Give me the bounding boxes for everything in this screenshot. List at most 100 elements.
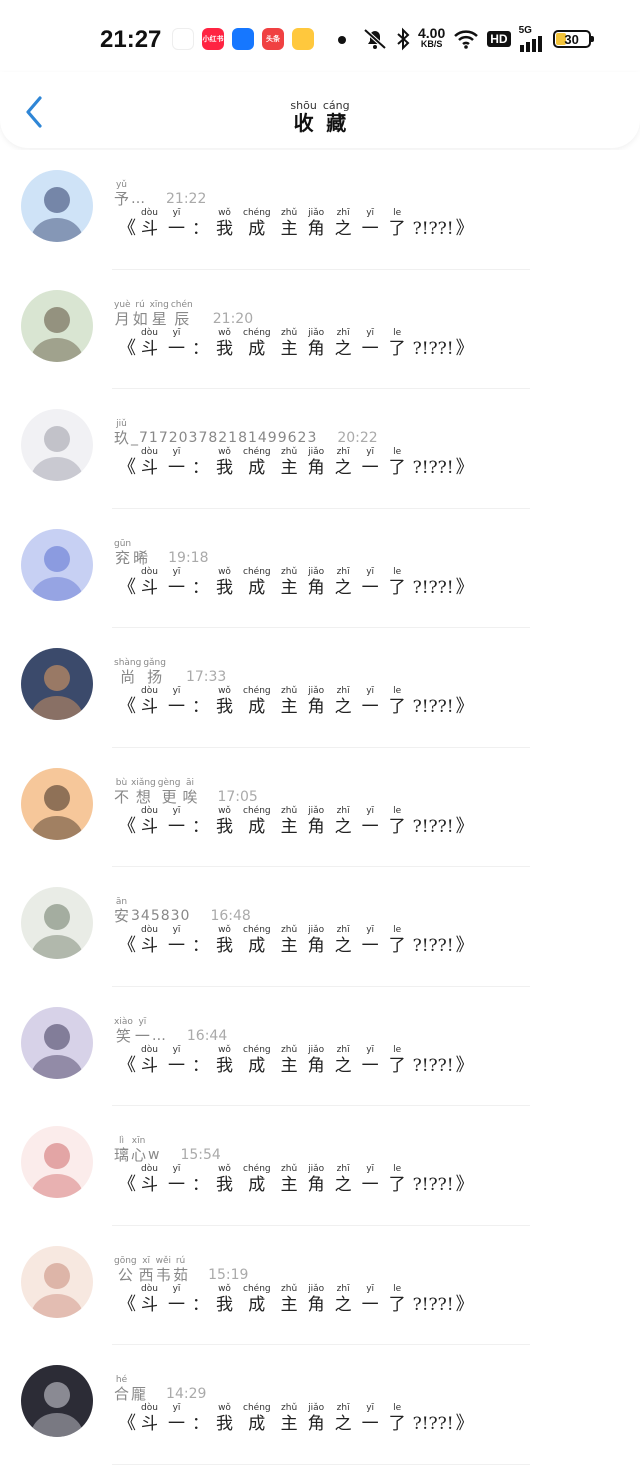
username[interactable]: yǔ 予… <box>114 180 146 208</box>
message-char: wǒ 我 <box>216 925 233 957</box>
message-hanzi: 我 <box>216 338 233 359</box>
message-hanzi: 成 <box>248 338 266 359</box>
battery-icon: 30 <box>552 30 594 48</box>
message-char: chéng 成 <box>243 1284 271 1316</box>
message-text: 《 dòu 斗 yī 一： wǒ 我 chéng 成 zhǔ 主 jiǎo 角 zhī 之 yī 一 le 了?!?… <box>118 1045 474 1077</box>
message-hanzi: 一 <box>168 816 185 837</box>
message-hanzi: 主 <box>280 1294 298 1315</box>
list-item[interactable]: ān 安 345830 16:48 《 dòu 斗 yī 一： wǒ 我 chéng 成 zhǔ 主 jiǎo… <box>0 867 640 987</box>
username[interactable]: shàng 尚 gǎng 扬 <box>114 658 166 686</box>
title-char: shōu 收 <box>290 100 316 135</box>
message-char: chéng 成 <box>243 328 271 360</box>
avatar[interactable] <box>21 1006 93 1079</box>
message-pinyin: le <box>393 327 402 338</box>
message-hanzi: 一 <box>361 697 379 717</box>
message-pinyin: yī <box>366 327 375 338</box>
username-char: shàng 尚 <box>114 658 141 686</box>
status-time: 21:27 <box>100 26 162 53</box>
message-hanzi: 斗 <box>141 338 158 359</box>
message-pinyin: dòu <box>141 1403 158 1413</box>
avatar[interactable] <box>21 767 93 840</box>
message-char: zhǔ 主 <box>281 1045 298 1077</box>
username-hanzi: 一 <box>134 1026 150 1045</box>
message-hanzi: 之 <box>334 1414 352 1434</box>
username-pinyin: xīng <box>149 299 169 310</box>
message-hanzi: 一 <box>361 577 379 598</box>
list-item[interactable]: shàng 尚 gǎng 扬 17:33 《 dòu 斗 yī 一： wǒ 我 chéng 成 zhǔ 主 ji… <box>0 628 640 748</box>
message-hanzi: 了 <box>388 1055 406 1076</box>
message-pinyin: zhī <box>336 327 350 338</box>
message-pinyin: wǒ <box>218 566 231 577</box>
username[interactable]: jiǔ 玖 _717203782181499623 <box>114 419 317 447</box>
message-pinyin: zhǔ <box>281 1403 298 1413</box>
message-char: zhǔ 主 <box>281 686 298 718</box>
message-pinyin: yī <box>366 925 375 935</box>
message-close-bracket: 》 <box>455 1174 474 1195</box>
message-punctuation: ： <box>192 1294 209 1315</box>
signal-type: 5G <box>518 25 532 36</box>
message-punctuation: ： <box>192 219 209 239</box>
title-hanzi: 藏 <box>326 111 347 135</box>
avatar[interactable] <box>21 170 93 242</box>
message-pinyin: jiǎo <box>308 1283 325 1294</box>
list-item[interactable]: hé 合 龎 14:29 《 dòu 斗 yī 一： wǒ 我 chéng 成 zhǔ 主 jiǎo 角 zhī… <box>0 1345 640 1465</box>
username[interactable]: hé 合 龎 <box>114 1375 146 1403</box>
avatar[interactable] <box>21 1126 93 1198</box>
timestamp: 16:44 <box>186 1027 228 1044</box>
message-char: yī 一 <box>168 447 185 479</box>
list-item[interactable]: yuè 月 rú 如 xīng 星 chén 辰 21:20 《 dòu 斗 yī 一： wǒ 我 chéng 成… <box>0 270 640 389</box>
list-item[interactable]: jiǔ 玖 _717203782181499623 20:22 《 dòu 斗 yī 一： wǒ 我… <box>0 389 640 509</box>
message-pinyin: chéng <box>243 1044 271 1055</box>
username-hanzi: 龎 <box>131 1385 147 1403</box>
list-item[interactable]: gōng 公 xī 西 wěi 韦 rú 茹 15:19 《 dòu 斗 yī 一： wǒ 我 chéng 成 zh… <box>0 1226 640 1345</box>
avatar[interactable] <box>21 887 93 959</box>
username-pinyin: gūn <box>114 538 132 549</box>
message-char: zhī 之 <box>335 208 352 240</box>
message-pinyin: dòu <box>141 925 158 935</box>
username-char: 晞 <box>133 539 148 567</box>
timestamp: 21:20 <box>212 310 254 327</box>
avatar[interactable] <box>21 289 93 362</box>
username-hanzi: 唉 <box>182 787 198 806</box>
avatar-image <box>21 1126 93 1198</box>
username-pinyin: xiǎng <box>131 777 156 788</box>
message-text: 《 dòu 斗 yī 一： wǒ 我 chéng 成 zhǔ 主 jiǎo 角 zhī 之 yī 一 le 了?!?… <box>118 1284 474 1316</box>
message-pinyin: dòu <box>141 1164 158 1174</box>
message-punctuation: ?!??! <box>412 1055 454 1076</box>
avatar[interactable] <box>21 1365 93 1437</box>
list-item[interactable]: bù 不 xiǎng 想 gèng 更 āi 唉 17:05 《 dòu 斗 yī 一： wǒ 我 chéng 成… <box>0 748 640 867</box>
username[interactable]: bù 不 xiǎng 想 gèng 更 āi 唉 <box>114 778 197 806</box>
username-char: ān 安 <box>114 897 129 925</box>
message-char: yī 一 <box>168 208 185 240</box>
username[interactable]: gūn 兖 晞 <box>114 539 148 567</box>
message-pinyin: jiǎo <box>308 686 325 696</box>
avatar-image <box>21 1365 93 1437</box>
username-pinyin: jiǔ <box>116 419 127 429</box>
message-char: le 了 <box>389 686 406 718</box>
list-item[interactable]: yǔ 予… 21:22 《 dòu 斗 yī 一： wǒ 我 chéng 成 zhǔ 主 jiǎo 角 zhī 之… <box>0 150 640 270</box>
username[interactable]: yuè 月 rú 如 xīng 星 chén 辰 <box>114 300 193 328</box>
network-speed-value: 4.00 <box>418 25 446 41</box>
message-pinyin: yī <box>366 1283 375 1294</box>
message-pinyin: le <box>393 447 402 457</box>
message-hanzi: 我 <box>216 219 233 239</box>
message-pinyin: yī <box>172 925 181 935</box>
avatar[interactable] <box>21 528 93 601</box>
avatar[interactable] <box>21 648 93 720</box>
list-item[interactable]: xiào 笑 yī 一… 16:44 《 dòu 斗 yī 一： wǒ 我 chéng 成 zhǔ 主 jiǎo… <box>0 987 640 1106</box>
username-char: 龎 <box>131 1375 146 1403</box>
list-item[interactable]: gūn 兖 晞 19:18 《 dòu 斗 yī 一： wǒ 我 chéng 成 zhǔ 主 jiǎo 角 zh… <box>0 509 640 628</box>
avatar[interactable] <box>21 1245 93 1318</box>
username[interactable]: gōng 公 xī 西 wěi 韦 rú 茹 <box>114 1256 188 1284</box>
message-punctuation: ： <box>192 697 209 717</box>
username-suffix: w <box>148 1147 161 1163</box>
message-pinyin: zhǔ <box>281 208 298 218</box>
message-hanzi: 主 <box>280 1175 298 1195</box>
message-pinyin: le <box>393 566 402 577</box>
avatar[interactable] <box>21 409 93 481</box>
username[interactable]: lì 璃 xīn 心 w <box>114 1136 160 1164</box>
message-hanzi: 我 <box>216 1175 233 1195</box>
list-item[interactable]: lì 璃 xīn 心 w 15:54 《 dòu 斗 yī 一： wǒ 我 chéng 成 zhǔ 主 jiǎo 角… <box>0 1106 640 1226</box>
username[interactable]: ān 安 345830 <box>114 897 190 925</box>
username[interactable]: xiào 笑 yī 一… <box>114 1017 167 1045</box>
